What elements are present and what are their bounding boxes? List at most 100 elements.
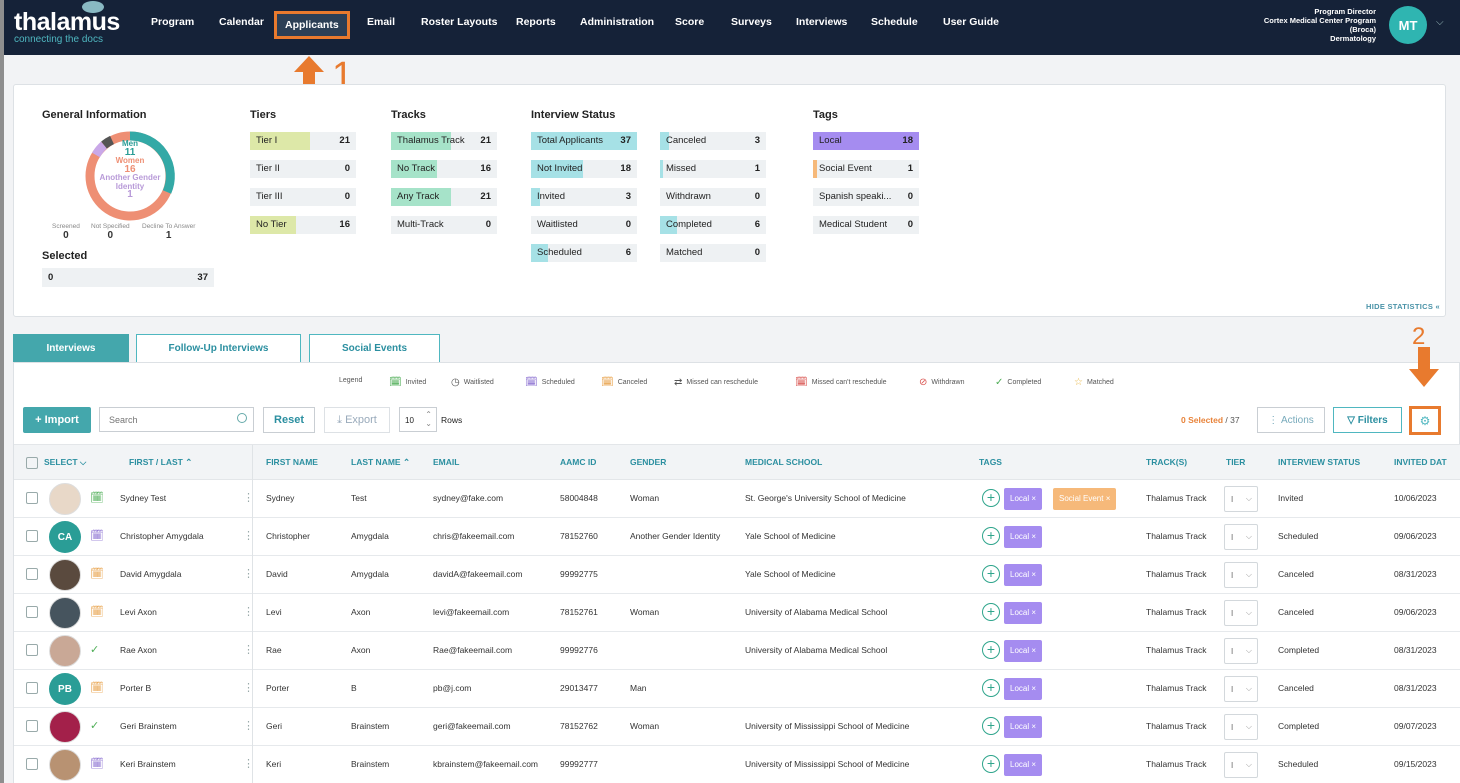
nav-email[interactable]: Email	[367, 16, 395, 28]
add-tag-plus-icon[interactable]: +	[982, 565, 1000, 583]
col-tracks[interactable]: TRACK(S)	[1146, 457, 1187, 467]
add-tag-plus-icon[interactable]: +	[982, 679, 1000, 697]
interview-stat-1[interactable]: Not Invited 18	[531, 160, 637, 178]
full-name[interactable]: Keri Brainstem	[120, 759, 176, 769]
row-checkbox[interactable]	[26, 606, 38, 618]
tier-select[interactable]: I ⌵	[1224, 600, 1258, 626]
avatar[interactable]: CA	[49, 521, 81, 553]
avatar[interactable]	[49, 749, 81, 781]
tag-chip[interactable]: Local ×	[1004, 678, 1043, 700]
tag-chip[interactable]: Local ×	[1004, 716, 1043, 738]
nav-score[interactable]: Score	[675, 16, 704, 28]
search-input[interactable]	[99, 407, 254, 432]
chevron-down-icon[interactable]: ⌵	[1436, 17, 1444, 28]
interview-stat-4[interactable]: Scheduled 6	[531, 244, 637, 262]
tag-chip[interactable]: Local ×	[1004, 640, 1043, 662]
tag-stat-3[interactable]: Medical Student 0	[813, 216, 919, 234]
tab-follow-up-interviews[interactable]: Follow-Up Interviews	[136, 334, 301, 363]
track-stat-2[interactable]: Any Track 21	[391, 188, 497, 206]
tag-chip[interactable]: Social Event ×	[1053, 488, 1117, 510]
import-button[interactable]: + Import	[23, 407, 91, 433]
search-icon[interactable]	[237, 413, 247, 423]
nav-applicants[interactable]: Applicants	[274, 11, 350, 39]
tier-select[interactable]: I ⌵	[1224, 676, 1258, 702]
tier-select[interactable]: I ⌵	[1224, 524, 1258, 550]
tag-stat-0[interactable]: Local 18	[813, 132, 919, 150]
col-invited-date[interactable]: INVITED DAT	[1394, 457, 1447, 467]
tier-stat-3[interactable]: No Tier 16	[250, 216, 356, 234]
rows-per-page-stepper[interactable]: 10 ⌃ ⌄	[399, 407, 437, 432]
col-tier[interactable]: TIER	[1226, 457, 1245, 467]
thalamus-logo[interactable]: thalamus connecting the docs	[14, 1, 120, 45]
table-row[interactable]: PB 🗓 Porter B ⋮ Porter Bpb@j.com 29013477 Man + L…	[14, 670, 1460, 708]
col-first-last[interactable]: FIRST / LAST ⌃	[129, 457, 192, 468]
add-tag-plus-icon[interactable]: +	[982, 603, 1000, 621]
tier-select[interactable]: I ⌵	[1224, 752, 1258, 778]
col-aamc-id[interactable]: AAMC ID	[560, 457, 596, 467]
add-tag-plus-icon[interactable]: +	[982, 755, 1000, 773]
avatar[interactable]: PB	[49, 673, 81, 705]
interview-stat-4[interactable]: Matched 0	[660, 244, 766, 262]
row-checkbox[interactable]	[26, 682, 38, 694]
add-tag-plus-icon[interactable]: +	[982, 717, 1000, 735]
user-program-info[interactable]: Program Director Cortex Medical Center P…	[1264, 7, 1376, 43]
tag-chip[interactable]: Local ×	[1004, 564, 1043, 586]
tier-stat-2[interactable]: Tier III 0	[250, 188, 356, 206]
full-name[interactable]: Sydney Test	[120, 493, 166, 503]
col-first-name[interactable]: FIRST NAME	[266, 457, 318, 467]
user-avatar[interactable]: MT	[1389, 6, 1427, 44]
nav-administration[interactable]: Administration	[580, 16, 654, 28]
tag-chip[interactable]: Local ×	[1004, 526, 1043, 548]
row-checkbox[interactable]	[26, 644, 38, 656]
tag-chip[interactable]: Local ×	[1004, 488, 1043, 510]
column-settings-gear-icon[interactable]: ⚙	[1409, 406, 1441, 435]
nav-surveys[interactable]: Surveys	[731, 16, 772, 28]
table-row[interactable]: 🗓 David Amygdala ⋮ David Amygdala davidA@fake…	[14, 556, 1460, 594]
table-row[interactable]: ✓ Rae Axon ⋮ Rae Axon Rae@fakeemail.com 999927…	[14, 632, 1460, 670]
hide-statistics-button[interactable]: HIDE STATISTICS «	[1366, 302, 1440, 311]
full-name[interactable]: David Amygdala	[120, 569, 181, 579]
full-name[interactable]: Levi Axon	[120, 607, 157, 617]
table-row[interactable]: CA 🗓 Christopher Amygdala ⋮ Christopher Amygd…	[14, 518, 1460, 556]
actions-button[interactable]: ⋮ Actions	[1257, 407, 1325, 433]
tier-select[interactable]: I ⌵	[1224, 562, 1258, 588]
interview-stat-1[interactable]: Missed 1	[660, 160, 766, 178]
interview-stat-2[interactable]: Withdrawn 0	[660, 188, 766, 206]
col-email[interactable]: EMAIL	[433, 457, 459, 467]
row-checkbox[interactable]	[26, 568, 38, 580]
nav-user-guide[interactable]: User Guide	[943, 16, 999, 28]
avatar[interactable]	[49, 597, 81, 629]
tier-stat-0[interactable]: Tier I 21	[250, 132, 356, 150]
interview-stat-0[interactable]: Canceled 3	[660, 132, 766, 150]
avatar[interactable]	[49, 559, 81, 591]
add-tag-plus-icon[interactable]: +	[982, 641, 1000, 659]
full-name[interactable]: Porter B	[120, 683, 151, 693]
add-tag-plus-icon[interactable]: +	[982, 489, 1000, 507]
table-row[interactable]: ✓ Geri Brainstem ⋮ Geri Brainstem geri@fakeem…	[14, 708, 1460, 746]
tier-select[interactable]: I ⌵	[1224, 714, 1258, 740]
tag-stat-1[interactable]: Social Event 1	[813, 160, 919, 178]
track-stat-0[interactable]: Thalamus Track 21	[391, 132, 497, 150]
interview-stat-0[interactable]: Total Applicants 37	[531, 132, 637, 150]
tag-chip[interactable]: Local ×	[1004, 754, 1043, 776]
tier-select[interactable]: I ⌵	[1224, 486, 1258, 512]
tab-interviews[interactable]: Interviews	[13, 334, 129, 363]
reset-button[interactable]: Reset	[263, 407, 315, 433]
table-row[interactable]: 🗓 Sydney Test ⋮ Sydney Test sydney@fake.com 58…	[14, 480, 1460, 518]
full-name[interactable]: Christopher Amygdala	[120, 531, 204, 541]
track-stat-1[interactable]: No Track 16	[391, 160, 497, 178]
tier-stat-1[interactable]: Tier II 0	[250, 160, 356, 178]
nav-reports[interactable]: Reports	[516, 16, 556, 28]
tier-select[interactable]: I ⌵	[1224, 638, 1258, 664]
table-row[interactable]: 🗓 Levi Axon ⋮ Levi Axon levi@fakeemail.com 781…	[14, 594, 1460, 632]
row-checkbox[interactable]	[26, 530, 38, 542]
filters-button[interactable]: ▽ Filters	[1333, 407, 1402, 433]
col-interview-status[interactable]: INTERVIEW STATUS	[1278, 457, 1360, 467]
col-gender[interactable]: GENDER	[630, 457, 666, 467]
col-select[interactable]: SELECT ⌵	[44, 457, 86, 468]
col-last-name[interactable]: LAST NAME ⌃	[351, 457, 410, 468]
add-tag-plus-icon[interactable]: +	[982, 527, 1000, 545]
row-checkbox[interactable]	[26, 492, 38, 504]
avatar[interactable]	[49, 635, 81, 667]
nav-schedule[interactable]: Schedule	[871, 16, 918, 28]
